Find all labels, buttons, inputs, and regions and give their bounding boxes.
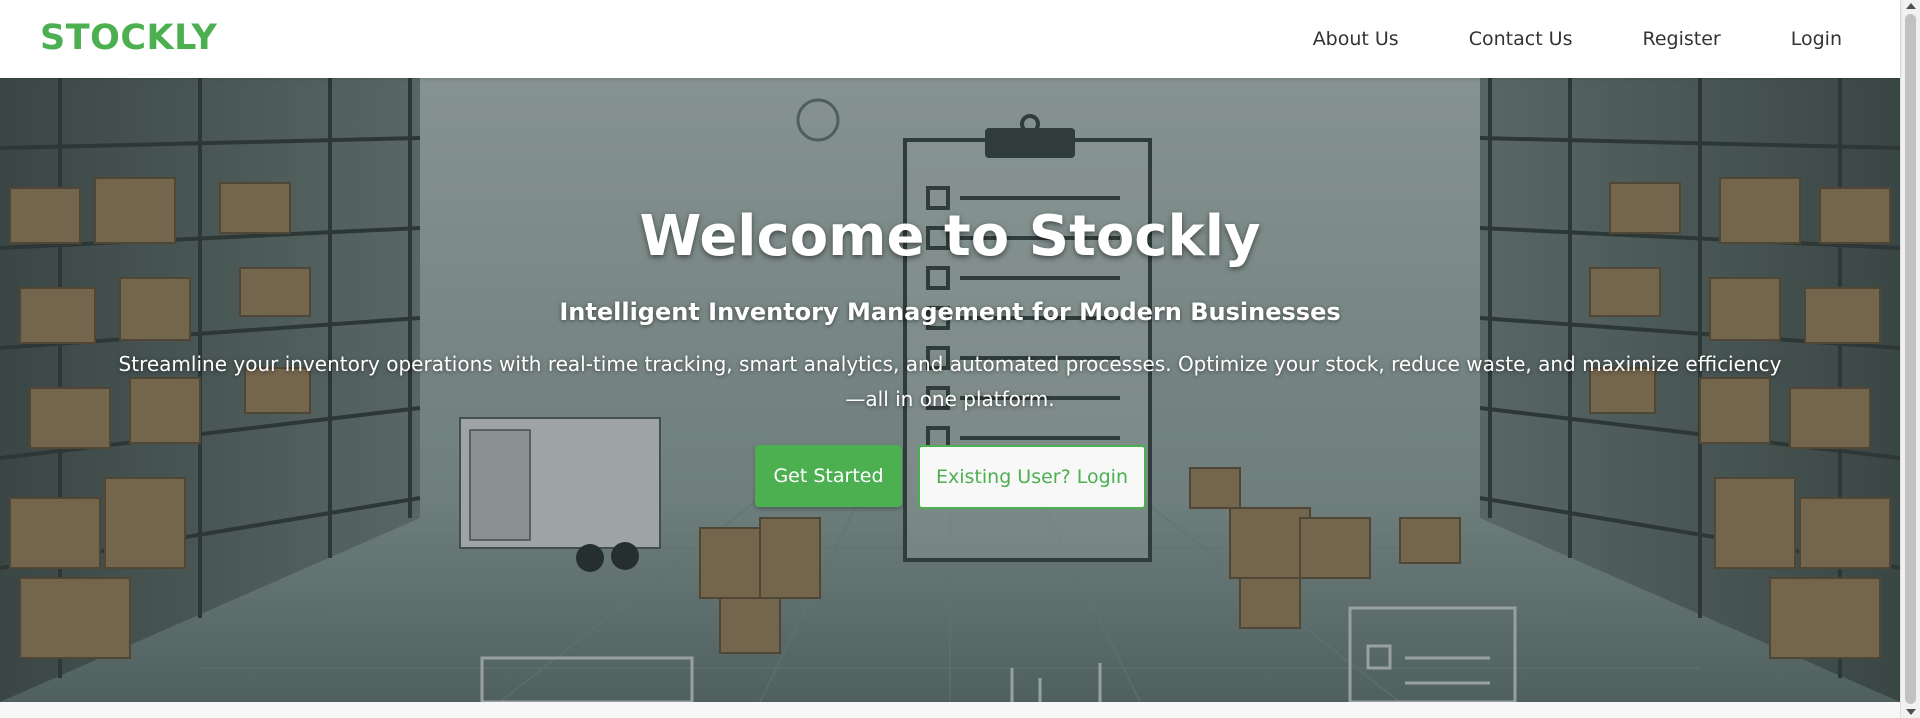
- nav-about-us-link[interactable]: About Us: [1313, 28, 1399, 50]
- top-navbar: STOCKLY About Us Contact Us Register Log…: [0, 0, 1900, 78]
- page: STOCKLY About Us Contact Us Register Log…: [0, 0, 1920, 718]
- nav-login-link[interactable]: Login: [1791, 28, 1842, 50]
- nav-contact-us-link[interactable]: Contact Us: [1469, 28, 1573, 50]
- hero-title: Welcome to Stockly: [639, 204, 1261, 269]
- nav-links: About Us Contact Us Register Login: [1313, 0, 1842, 78]
- hero-subtitle: Intelligent Inventory Management for Mod…: [559, 298, 1341, 326]
- nav-register-link[interactable]: Register: [1643, 28, 1721, 50]
- get-started-button[interactable]: Get Started: [755, 445, 902, 507]
- scroll-up-arrow-icon[interactable]: [1906, 3, 1916, 9]
- scrollbar-thumb[interactable]: [1905, 14, 1916, 704]
- page-scrollbar[interactable]: [1900, 0, 1920, 718]
- scroll-down-arrow-icon[interactable]: [1906, 709, 1916, 715]
- hero-section: Welcome to Stockly Intelligent Inventory…: [0, 78, 1900, 702]
- brand-logo[interactable]: STOCKLY: [40, 18, 217, 58]
- hero-description: Streamline your inventory operations wit…: [118, 352, 1782, 411]
- existing-user-login-button[interactable]: Existing User? Login: [918, 445, 1146, 509]
- next-section-edge: [0, 702, 1900, 718]
